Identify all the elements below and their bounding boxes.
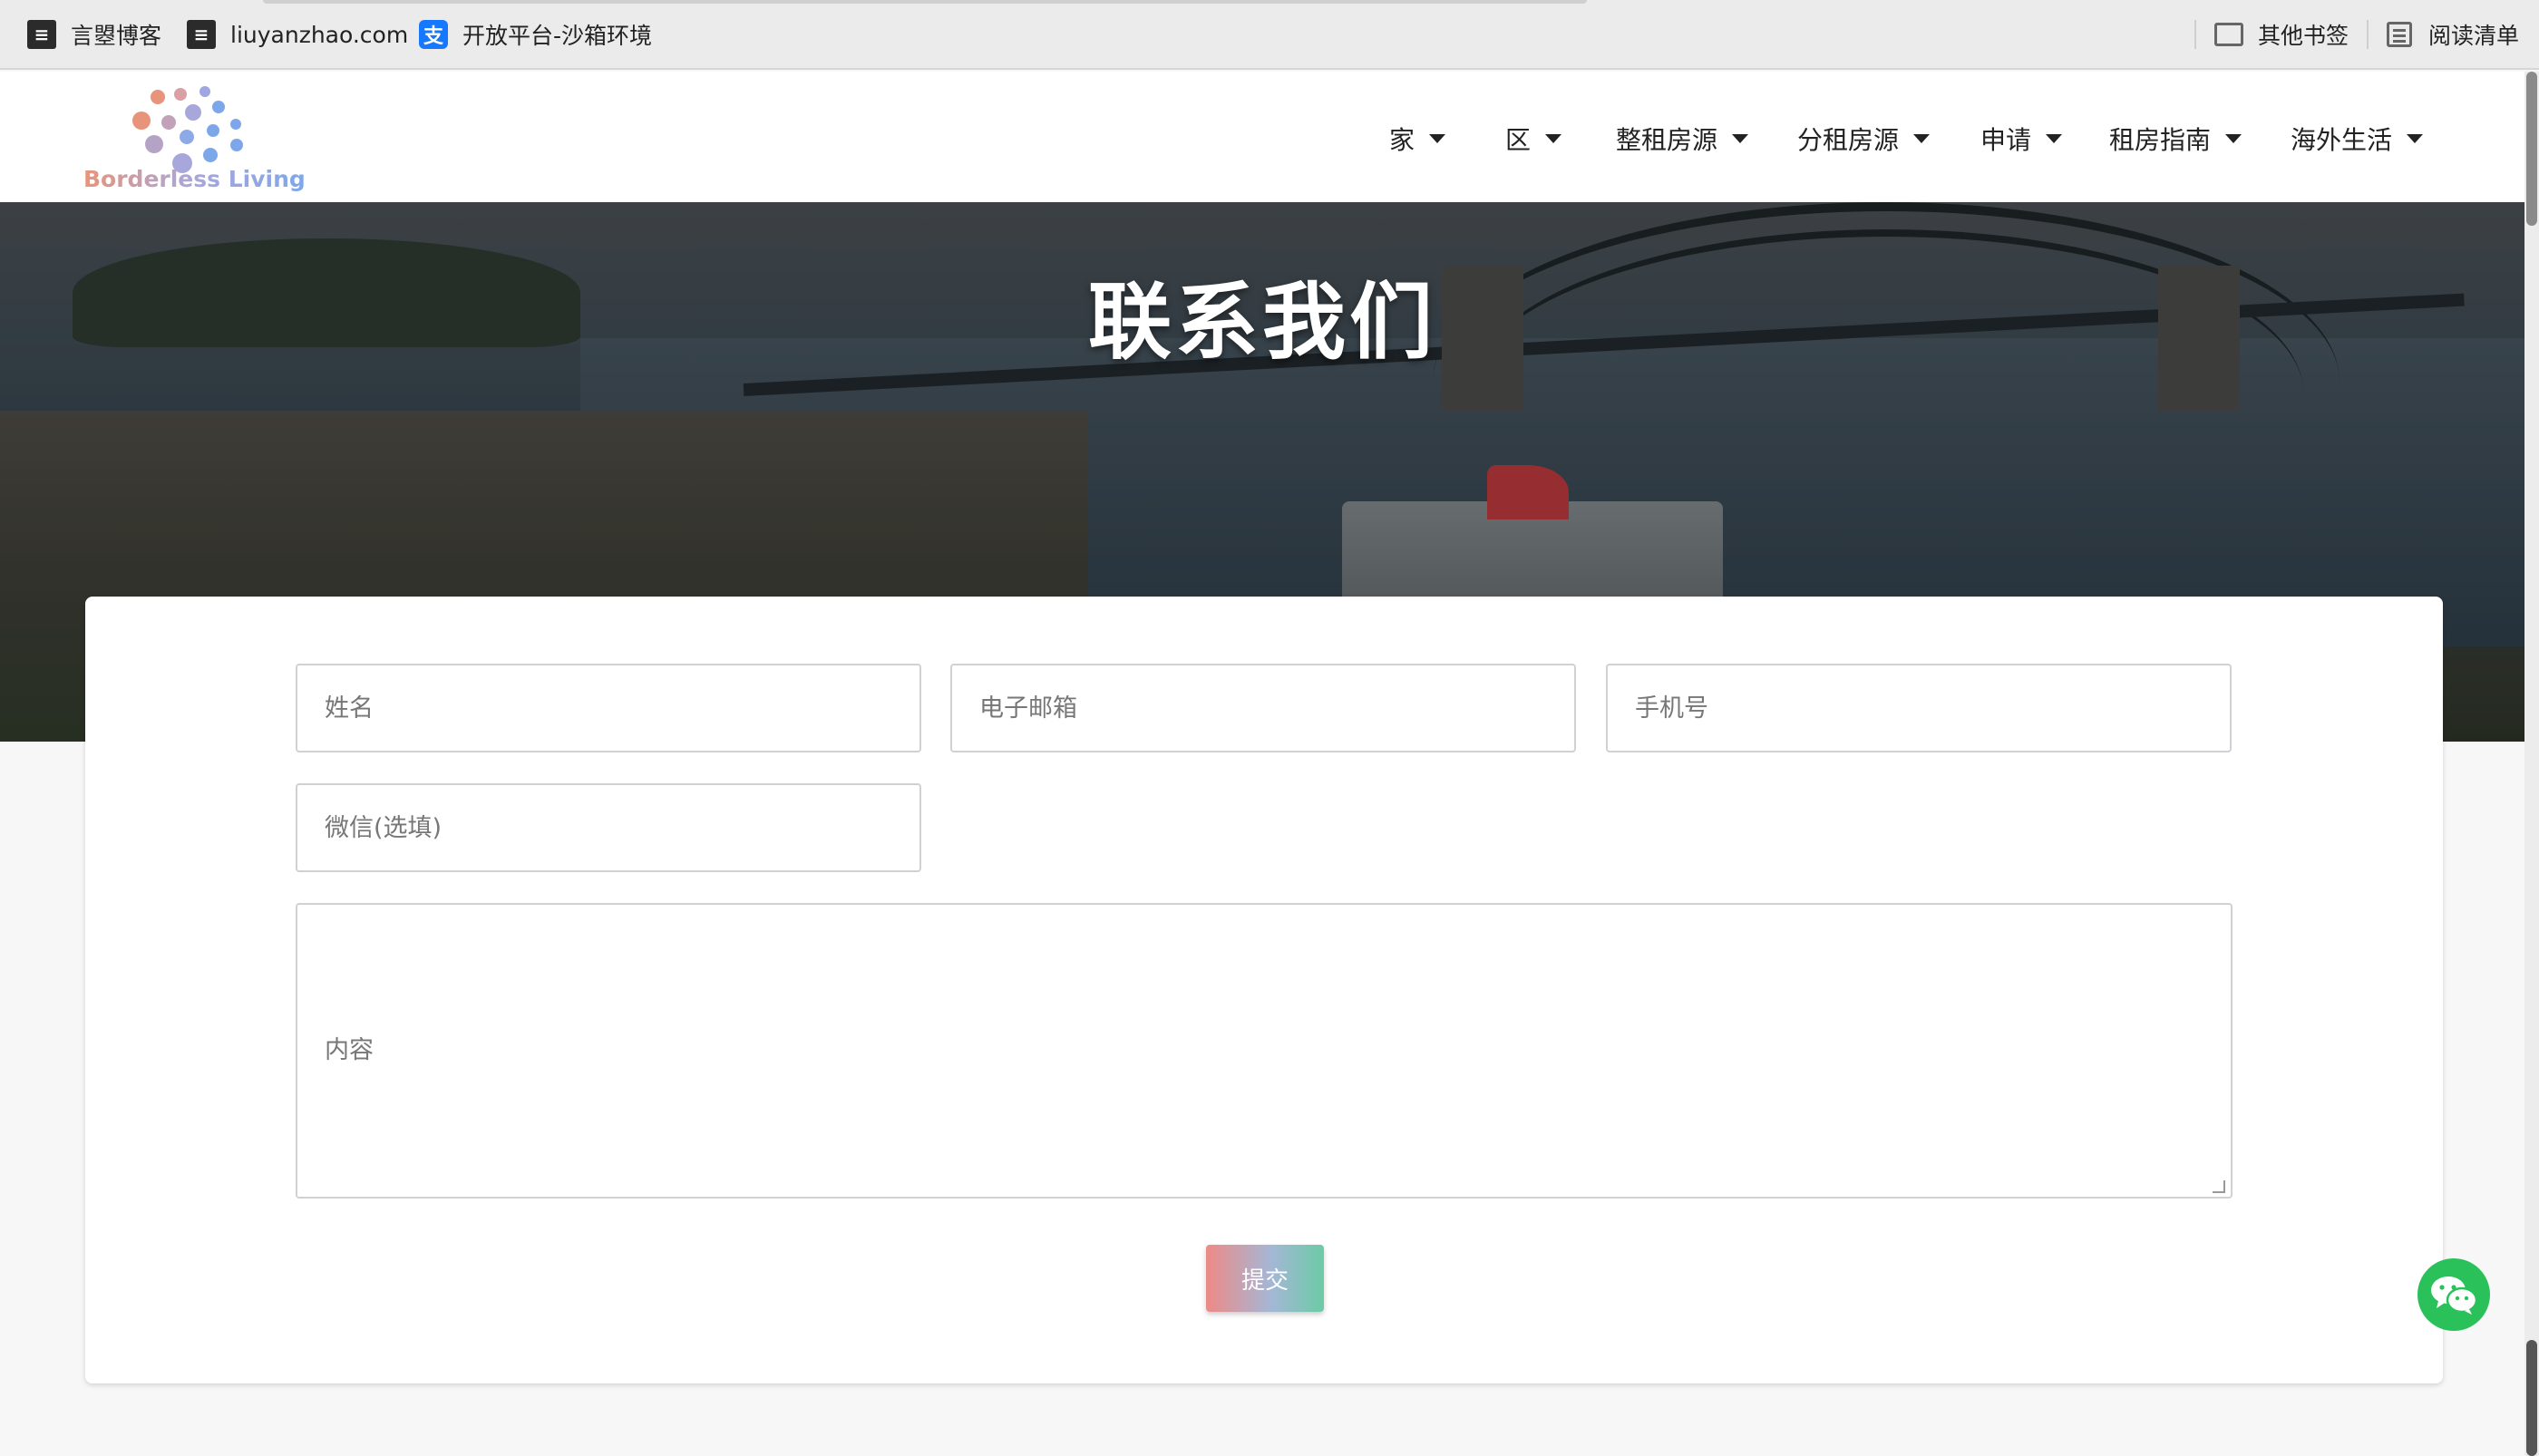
content-textarea[interactable] <box>296 903 2233 1199</box>
tab-strip-edge <box>263 0 1587 4</box>
doc-icon: ≡ <box>27 20 56 49</box>
caret-down-icon <box>2225 134 2242 143</box>
scrollbar-thumb-lower <box>2526 1340 2537 1456</box>
bookmark-liuyanzhao[interactable]: ≡ liuyanzhao.com <box>187 16 408 53</box>
scrollbar-track[interactable] <box>2524 72 2539 1456</box>
nav-item-overseas-life[interactable]: 海外生活 <box>2291 119 2424 159</box>
nav-item-shared-rentals[interactable]: 分租房源 <box>1797 119 1931 159</box>
bookmark-label: 开放平台-沙箱环境 <box>462 23 653 49</box>
page-title: 联系我们 <box>1087 274 1436 371</box>
scrollbar-thumb[interactable] <box>2526 72 2537 226</box>
nav-item-home[interactable]: 家 <box>1389 119 1446 159</box>
bookmark-label: 其他书签 <box>2258 23 2349 49</box>
doc-icon: ≡ <box>187 20 216 49</box>
nav-item-district[interactable]: 区 <box>1505 119 1562 159</box>
nav-item-label: 海外生活 <box>2291 125 2393 155</box>
nav-item-label: 整租房源 <box>1616 125 1718 155</box>
resize-handle-icon[interactable] <box>2213 1180 2225 1193</box>
caret-down-icon <box>2407 134 2424 143</box>
alipay-icon: 支 <box>419 20 448 49</box>
name-field[interactable] <box>296 664 921 752</box>
bookmark-separator <box>2194 20 2196 49</box>
submit-button[interactable]: 提交 <box>1206 1245 1324 1312</box>
bookmark-separator <box>2367 20 2369 49</box>
bookmark-label: liuyanzhao.com <box>230 21 409 48</box>
bookmark-label: 阅读清单 <box>2428 23 2520 49</box>
caret-down-icon <box>1429 134 1446 143</box>
caret-down-icon <box>1545 134 1562 143</box>
nav-item-label: 租房指南 <box>2109 125 2212 155</box>
phone-field[interactable] <box>1606 664 2232 752</box>
nav-item-rental-guide[interactable]: 租房指南 <box>2109 119 2242 159</box>
nav-item-label: 申请 <box>1980 125 2032 155</box>
caret-down-icon <box>1732 134 1749 143</box>
logo-text: Borderless Living <box>83 166 306 192</box>
nav-item-label: 区 <box>1505 125 1532 155</box>
reading-list-button[interactable]: 阅读清单 <box>2385 16 2519 53</box>
site-header: Borderless Living 家 区 整租房源 分租房源 申请 租房指南 … <box>0 72 2524 202</box>
nav-item-label: 家 <box>1389 125 1415 155</box>
site-logo[interactable]: Borderless Living <box>82 79 306 197</box>
email-field[interactable] <box>950 664 1576 752</box>
nav-item-apply[interactable]: 申请 <box>1980 119 2063 159</box>
bookmark-yanmeng-blog[interactable]: ≡ 言曌博客 <box>27 16 161 53</box>
nav-item-label: 分租房源 <box>1797 125 1900 155</box>
bookmark-label: 言曌博客 <box>71 23 162 49</box>
bookmark-alipay-sandbox[interactable]: 支 开放平台-沙箱环境 <box>419 16 652 53</box>
nav-item-whole-rentals[interactable]: 整租房源 <box>1616 119 1749 159</box>
wechat-icon <box>2431 1276 2478 1315</box>
logo-dots-icon <box>109 79 245 173</box>
wechat-contact-button[interactable] <box>2417 1258 2490 1331</box>
reading-list-icon <box>2385 20 2414 49</box>
contact-form-card: 提交 <box>85 597 2443 1383</box>
bookmarks-bar: ≡ 言曌博客 ≡ liuyanzhao.com 支 开放平台-沙箱环境 其他书签… <box>0 0 2539 70</box>
folder-icon <box>2214 20 2243 49</box>
caret-down-icon <box>2046 134 2063 143</box>
caret-down-icon <box>1913 134 1931 143</box>
bookmark-other-folder[interactable]: 其他书签 <box>2214 16 2349 53</box>
wechat-field[interactable] <box>296 783 921 872</box>
